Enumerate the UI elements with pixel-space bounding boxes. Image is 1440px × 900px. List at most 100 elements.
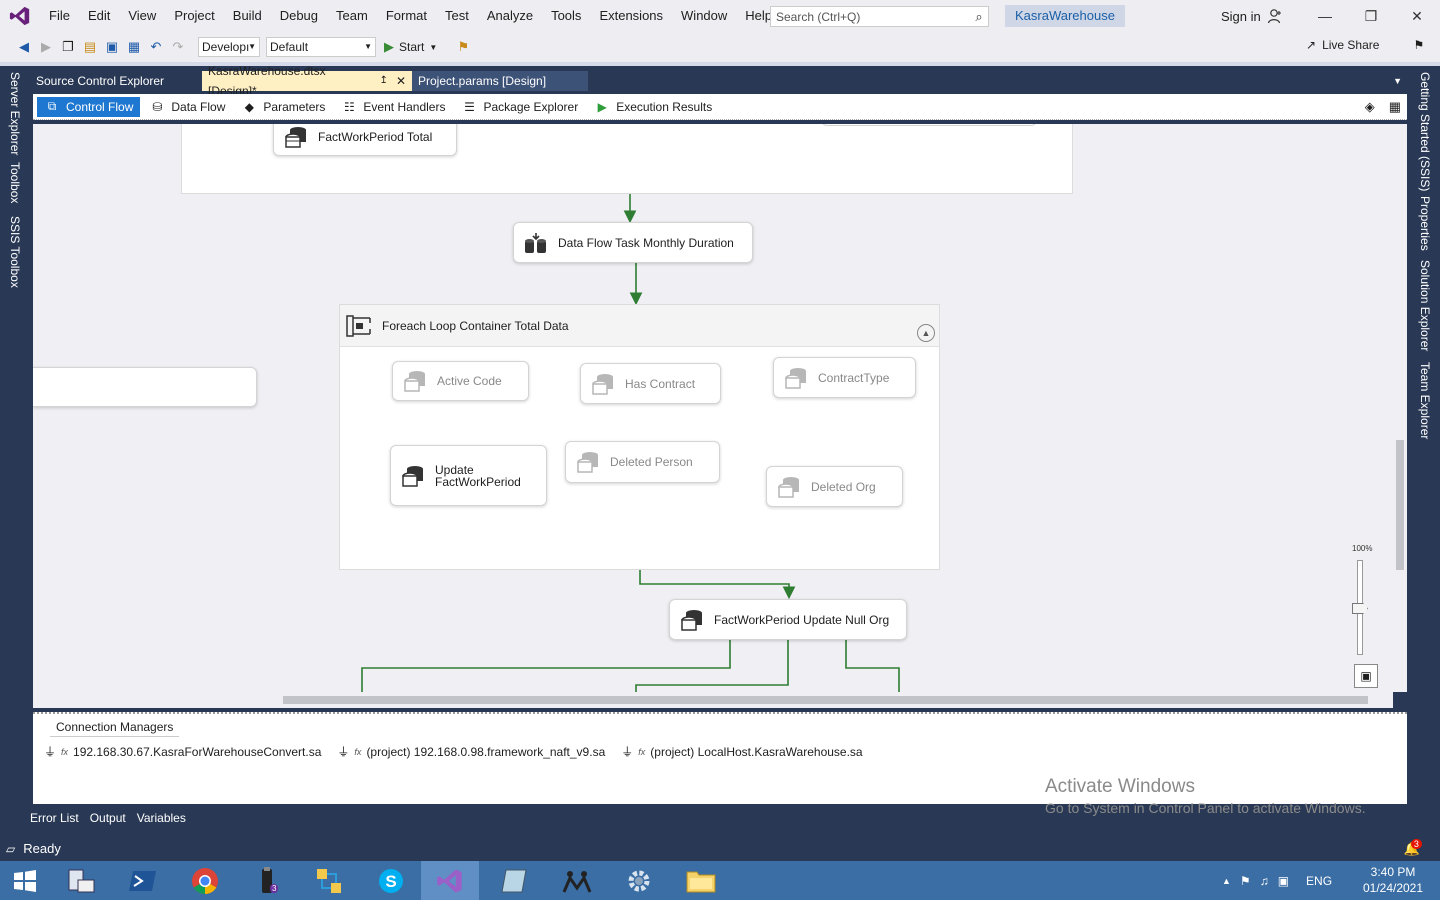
connection-manager-item[interactable]: ⏚ fx (project) LocalHost.KasraWarehouse.s… xyxy=(621,743,862,760)
solution-configuration-dropdown[interactable]: Developı ▼ xyxy=(198,37,260,57)
taskbar-app-file-explorer-icon[interactable] xyxy=(672,861,730,900)
tab-event-handlers[interactable]: ☷ Event Handlers xyxy=(334,97,452,117)
rail-tab-properties[interactable]: Properties xyxy=(1418,196,1432,251)
vertical-scrollbar[interactable] xyxy=(1393,124,1407,692)
task-factworkperiod-update-null-org[interactable]: FactWorkPeriod Update Null Org xyxy=(669,599,907,640)
new-project-icon[interactable]: ❐ xyxy=(58,37,78,57)
tab-data-flow[interactable]: ⛁ Data Flow xyxy=(142,97,232,117)
menu-project[interactable]: Project xyxy=(165,0,223,32)
start-debugging-button[interactable]: ▶ Start ▼ xyxy=(378,39,443,55)
task-update-factworkperiod[interactable]: Update FactWorkPeriod xyxy=(390,445,547,506)
start-menu-icon[interactable] xyxy=(0,861,50,900)
menu-debug[interactable]: Debug xyxy=(271,0,327,32)
menu-test[interactable]: Test xyxy=(436,0,478,32)
minimize-icon[interactable]: — xyxy=(1302,0,1348,32)
menu-window[interactable]: Window xyxy=(672,0,736,32)
foreach-loop-container[interactable]: Foreach Loop Container Total Data ▲ xyxy=(339,304,940,570)
action-center-flag-icon[interactable]: ⚑ xyxy=(1240,874,1251,888)
connection-managers-tab[interactable]: Connection Managers xyxy=(50,718,180,737)
sql-server-object-icon[interactable]: ▦ xyxy=(1383,99,1407,115)
taskbar-app-visual-studio-icon[interactable] xyxy=(421,861,479,900)
navigate-forward-icon[interactable]: ▶ xyxy=(36,37,56,57)
tab-control-flow[interactable]: ⧉ Control Flow xyxy=(37,96,141,117)
attach-icon[interactable]: ⚑ xyxy=(453,37,473,57)
visual-studio-logo-icon[interactable] xyxy=(0,0,40,32)
rail-tab-ssis-toolbox[interactable]: SSIS Toolbox xyxy=(8,216,22,288)
language-indicator[interactable]: ENG xyxy=(1306,874,1332,888)
taskbar-app-server-manager-icon[interactable] xyxy=(52,861,110,900)
menu-extensions[interactable]: Extensions xyxy=(590,0,672,32)
volume-icon[interactable]: ♫ xyxy=(1260,874,1269,888)
horizontal-scroll-thumb[interactable] xyxy=(283,696,1368,704)
rail-tab-solution-explorer[interactable]: Solution Explorer xyxy=(1418,260,1432,351)
container-header[interactable]: Foreach Loop Container Total Data ▲ xyxy=(340,305,939,347)
menu-format[interactable]: Format xyxy=(377,0,436,32)
rail-tab-server-explorer[interactable]: Server Explorer xyxy=(8,72,22,155)
taskbar-app-skype-icon[interactable]: S xyxy=(362,861,420,900)
menu-file[interactable]: File xyxy=(40,0,79,32)
control-flow-canvas[interactable]: FactWorkPeriod Total Data Flow Task Mont… xyxy=(33,124,1407,692)
horizontal-scrollbar[interactable] xyxy=(33,692,1393,708)
taskbar-clock[interactable]: 3:40 PM 01/24/2021 xyxy=(1360,864,1426,896)
menu-view[interactable]: View xyxy=(119,0,165,32)
taskbar-app-usb-icon[interactable]: 3 xyxy=(238,861,296,900)
tab-error-list[interactable]: Error List xyxy=(30,811,79,825)
zoom-to-fit-button[interactable]: ▣ xyxy=(1354,664,1378,688)
search-input[interactable]: Search (Ctrl+Q) ⌕ xyxy=(770,6,989,27)
menu-build[interactable]: Build xyxy=(224,0,271,32)
undo-icon[interactable]: ↶ xyxy=(146,37,166,57)
network-icon[interactable]: ▣ xyxy=(1278,874,1289,888)
task-deleted-org[interactable]: Deleted Org xyxy=(766,466,903,507)
solution-platform-dropdown[interactable]: Default ▼ xyxy=(266,37,376,57)
connection-manager-item[interactable]: ⏚ fx (project) 192.168.0.98.framework_naf… xyxy=(337,743,605,760)
tab-variables[interactable]: Variables xyxy=(137,811,186,825)
tab-overflow-icon[interactable]: ▼ xyxy=(1393,71,1408,91)
save-all-icon[interactable]: ▦ xyxy=(124,37,144,57)
taskbar-app-settings-icon[interactable] xyxy=(610,861,668,900)
menu-analyze[interactable]: Analyze xyxy=(478,0,542,32)
search-icon[interactable]: ⌕ xyxy=(970,9,988,25)
taskbar-app-powershell-icon[interactable] xyxy=(114,861,172,900)
tab-project-params[interactable]: Project.params [Design] xyxy=(412,71,588,91)
tab-kasrawarehouse-dtsx[interactable]: KasraWarehouse.dtsx [Design]* ↥ ✕ xyxy=(202,64,412,98)
task-contract-type[interactable]: ContractType xyxy=(773,357,916,398)
task-deleted-person[interactable]: Deleted Person xyxy=(565,441,720,483)
variables-window-icon[interactable]: ◈ xyxy=(1359,99,1381,115)
tab-output[interactable]: Output xyxy=(90,811,126,825)
menu-tools[interactable]: Tools xyxy=(542,0,590,32)
rail-tab-team-explorer[interactable]: Team Explorer xyxy=(1418,362,1432,439)
rail-tab-toolbox[interactable]: Toolbox xyxy=(8,162,22,203)
restore-icon[interactable]: ❐ xyxy=(1348,0,1394,32)
task-has-contract[interactable]: Has Contract xyxy=(580,363,721,404)
task-active-code[interactable]: Active Code xyxy=(392,361,529,401)
save-icon[interactable]: ▣ xyxy=(102,37,122,57)
vertical-scroll-thumb[interactable] xyxy=(1396,440,1404,570)
tab-parameters[interactable]: ◆ Parameters xyxy=(234,97,332,117)
taskbar-app-network-icon[interactable] xyxy=(300,861,358,900)
collapse-icon[interactable]: ▲ xyxy=(917,323,935,342)
tab-package-explorer[interactable]: ☰ Package Explorer xyxy=(454,97,585,117)
task-factworkperiod-total[interactable]: FactWorkPeriod Total xyxy=(273,124,457,156)
close-window-icon[interactable]: ✕ xyxy=(1394,0,1440,32)
notifications-icon[interactable]: 🔔 3 xyxy=(1404,838,1422,857)
pin-icon[interactable]: ↥ xyxy=(380,71,388,91)
taskbar-app-chrome-icon[interactable] xyxy=(176,861,234,900)
sign-in-button[interactable]: Sign in xyxy=(1221,8,1283,24)
navigate-back-icon[interactable]: ◀ xyxy=(14,37,34,57)
menu-edit[interactable]: Edit xyxy=(79,0,119,32)
feedback-icon[interactable]: ⚑ xyxy=(1413,38,1424,52)
rail-tab-getting-started[interactable]: Getting Started (SSIS) xyxy=(1418,72,1432,191)
tab-source-control-explorer[interactable]: Source Control Explorer xyxy=(30,71,202,91)
redo-icon[interactable]: ↷ xyxy=(168,37,188,57)
menu-team[interactable]: Team xyxy=(327,0,377,32)
show-hidden-icons-icon[interactable]: ▲ xyxy=(1222,876,1231,886)
task-offscreen-left[interactable] xyxy=(33,367,257,407)
open-file-icon[interactable]: ▤ xyxy=(80,37,100,57)
live-share-button[interactable]: ↗ Live Share ⚑ xyxy=(1306,38,1424,52)
connection-manager-item[interactable]: ⏚ fx 192.168.30.67.KasraForWarehouseConve… xyxy=(44,743,321,760)
taskbar-app-notepad-icon[interactable] xyxy=(485,861,543,900)
taskbar-app-remote-icon[interactable] xyxy=(548,861,606,900)
task-data-flow-monthly-duration[interactable]: Data Flow Task Monthly Duration xyxy=(513,222,753,263)
close-tab-icon[interactable]: ✕ xyxy=(396,71,406,91)
tab-execution-results[interactable]: ▶ Execution Results xyxy=(587,97,719,117)
